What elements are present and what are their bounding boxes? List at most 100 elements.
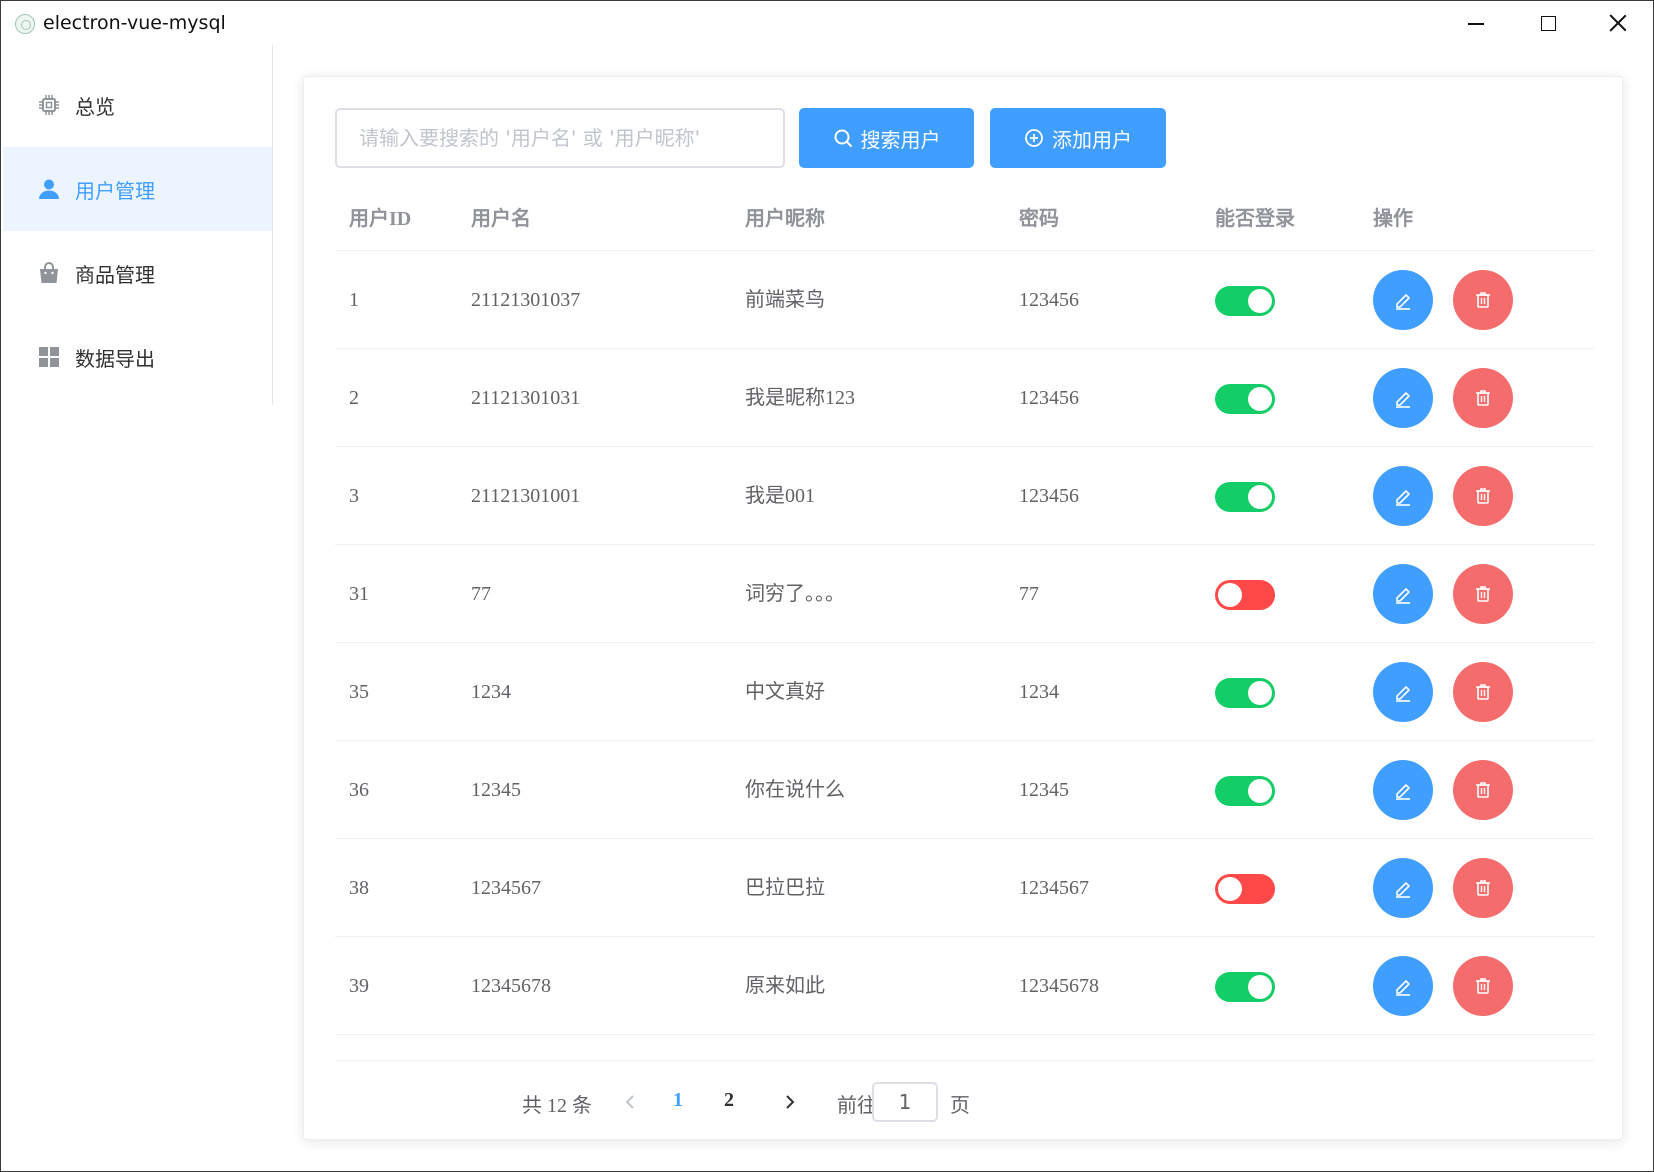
login-toggle[interactable]	[1215, 972, 1275, 1002]
cell-password: 1234	[1019, 681, 1059, 703]
edit-icon	[1392, 779, 1414, 801]
page-number-2[interactable]: 2	[724, 1089, 734, 1112]
cell-password: 12345678	[1019, 975, 1099, 997]
delete-button[interactable]	[1453, 956, 1513, 1016]
cell-username: 1234	[471, 681, 511, 703]
edit-button[interactable]	[1373, 956, 1433, 1016]
add-user-button[interactable]: 添加用户	[990, 108, 1166, 168]
header-username: 用户名	[471, 208, 531, 230]
toggle-knob	[1248, 975, 1272, 999]
delete-button[interactable]	[1453, 662, 1513, 722]
login-toggle[interactable]	[1215, 482, 1275, 512]
row-actions	[1373, 349, 1523, 447]
login-toggle[interactable]	[1215, 580, 1275, 610]
trash-icon	[1472, 485, 1494, 507]
header-can-login: 能否登录	[1215, 208, 1295, 230]
toggle-knob	[1248, 289, 1272, 313]
sidebar-item-overview[interactable]: 总览	[3, 63, 272, 147]
cell-username: 21121301031	[471, 387, 581, 409]
trash-icon	[1472, 289, 1494, 311]
login-toggle[interactable]	[1215, 874, 1275, 904]
cell-nickname: 前端菜鸟	[745, 289, 825, 311]
edit-icon	[1392, 387, 1414, 409]
cell-user-id: 1	[349, 289, 359, 311]
shopping-bag-icon	[37, 261, 61, 285]
edit-button[interactable]	[1373, 466, 1433, 526]
next-page-button[interactable]	[780, 1087, 800, 1123]
goto-page-input[interactable]	[872, 1082, 938, 1122]
login-toggle[interactable]	[1215, 776, 1275, 806]
minimize-icon	[1468, 23, 1484, 25]
table-row: 1 21121301037 前端菜鸟 123456	[335, 251, 1594, 349]
delete-button[interactable]	[1453, 564, 1513, 624]
trash-icon	[1472, 877, 1494, 899]
minimize-button[interactable]	[1441, 1, 1511, 45]
edit-button[interactable]	[1373, 368, 1433, 428]
row-actions	[1373, 741, 1523, 839]
sidebar-item-export[interactable]: 数据导出	[3, 315, 272, 399]
delete-button[interactable]	[1453, 760, 1513, 820]
edit-button[interactable]	[1373, 858, 1433, 918]
cell-username: 12345678	[471, 975, 551, 997]
login-toggle[interactable]	[1215, 286, 1275, 316]
row-actions	[1373, 643, 1523, 741]
cell-password: 77	[1019, 583, 1039, 605]
table-body: 1 21121301037 前端菜鸟 123456 2 21121301031 我是昵称12…	[335, 251, 1594, 1035]
sidebar-item-products[interactable]: 商品管理	[3, 231, 272, 315]
cell-nickname: 词穷了。。。	[745, 583, 845, 605]
page-number-1[interactable]: 1	[673, 1089, 683, 1112]
login-toggle[interactable]	[1215, 678, 1275, 708]
prev-page-button[interactable]	[620, 1087, 640, 1123]
edit-button[interactable]	[1373, 760, 1433, 820]
edit-button[interactable]	[1373, 564, 1433, 624]
edit-button[interactable]	[1373, 662, 1433, 722]
delete-button[interactable]	[1453, 466, 1513, 526]
row-actions	[1373, 545, 1523, 643]
search-user-button[interactable]: 搜索用户	[799, 108, 974, 168]
table-header: 用户ID 用户名 用户昵称 密码 能否登录 操作	[335, 192, 1594, 251]
chevron-right-icon	[786, 1095, 795, 1109]
sidebar-item-users[interactable]: 用户管理	[3, 147, 272, 231]
search-input[interactable]	[335, 108, 785, 168]
cell-username: 77	[471, 583, 491, 605]
chip-icon	[37, 93, 61, 117]
edit-button[interactable]	[1373, 270, 1433, 330]
row-actions	[1373, 839, 1523, 937]
cell-user-id: 2	[349, 387, 359, 409]
edit-icon	[1392, 681, 1414, 703]
cell-user-id: 39	[349, 975, 369, 997]
delete-button[interactable]	[1453, 858, 1513, 918]
title-bar: electron-vue-mysql	[1, 1, 1653, 45]
cell-nickname: 我是昵称123	[745, 387, 855, 409]
close-button[interactable]	[1583, 1, 1653, 45]
table-row: 2 21121301031 我是昵称123 123456	[335, 349, 1594, 447]
toggle-knob	[1218, 583, 1242, 607]
cell-nickname: 巴拉巴拉	[745, 877, 825, 899]
maximize-button[interactable]	[1513, 1, 1583, 45]
login-toggle[interactable]	[1215, 384, 1275, 414]
sidebar-item-label: 总览	[75, 94, 115, 119]
cell-username: 21121301037	[471, 289, 581, 311]
edit-icon	[1392, 289, 1414, 311]
cell-nickname: 中文真好	[745, 681, 825, 703]
delete-button[interactable]	[1453, 270, 1513, 330]
add-user-button-label: 添加用户	[1052, 127, 1132, 152]
search-user-button-label: 搜索用户	[860, 127, 941, 152]
cell-user-id: 36	[349, 779, 369, 801]
goto-label: 前往	[837, 1095, 877, 1117]
toggle-knob	[1218, 877, 1242, 901]
trash-icon	[1472, 975, 1494, 997]
grid-icon	[37, 345, 61, 369]
header-user-id: 用户ID	[349, 208, 412, 230]
row-actions	[1373, 937, 1523, 1035]
cell-password: 123456	[1019, 289, 1079, 311]
table-row: 38 1234567 巴拉巴拉 1234567	[335, 839, 1594, 937]
cell-nickname: 你在说什么	[745, 779, 845, 801]
cell-user-id: 35	[349, 681, 369, 703]
row-actions	[1373, 251, 1523, 349]
delete-button[interactable]	[1453, 368, 1513, 428]
close-icon	[1609, 14, 1627, 32]
edit-icon	[1392, 877, 1414, 899]
page-suffix-label: 页	[950, 1095, 970, 1117]
user-table: 用户ID 用户名 用户昵称 密码 能否登录 操作 1 21121301037 前端菜…	[335, 192, 1594, 1035]
